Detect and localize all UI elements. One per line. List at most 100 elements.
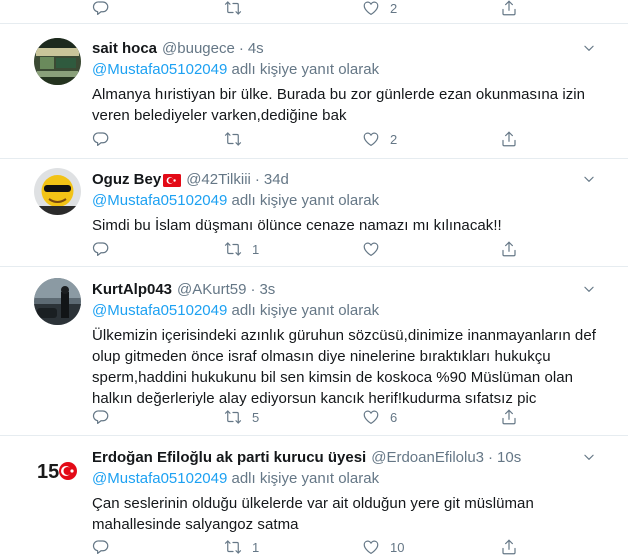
reply-icon <box>92 408 110 426</box>
retweet-button[interactable] <box>224 129 252 149</box>
avatar-image <box>34 168 81 215</box>
chevron-down-icon <box>582 282 596 296</box>
share-button[interactable] <box>500 239 518 259</box>
avatar-image <box>34 38 81 85</box>
share-button[interactable] <box>500 0 518 18</box>
tweet[interactable]: Oguz Bey @42Tilkiii · 34d @Mustafa051020… <box>0 160 628 267</box>
tweet[interactable]: 150 Erdoğan Efiloğlu ak parti kurucu üye… <box>0 437 628 560</box>
reply-icon <box>92 0 110 17</box>
display-name[interactable]: sait hoca <box>92 39 157 59</box>
handle[interactable]: @42Tilkiii <box>186 170 251 190</box>
separator-dot: · <box>488 449 494 466</box>
heart-icon <box>362 538 380 556</box>
like-count: 2 <box>390 131 398 147</box>
more-options-button[interactable] <box>582 450 596 464</box>
retweet-button[interactable] <box>224 0 242 18</box>
heart-icon <box>362 0 380 17</box>
more-options-button[interactable] <box>582 282 596 296</box>
reply-icon <box>92 130 110 148</box>
reply-button[interactable] <box>92 239 110 259</box>
avatar[interactable] <box>34 38 81 85</box>
reply-button[interactable] <box>92 0 110 18</box>
reply-context: @Mustafa05102049 adlı kişiye yanıt olara… <box>92 469 606 489</box>
display-name[interactable]: Oguz Bey <box>92 170 161 190</box>
handle[interactable]: @buugece <box>162 39 235 59</box>
tweet-actions: 2 <box>92 0 532 18</box>
tweet-header: Erdoğan Efiloğlu ak parti kurucu üyesi @… <box>92 448 606 468</box>
tweet-header: Oguz Bey @42Tilkiii · 34d <box>92 170 606 190</box>
mention-link[interactable]: @Mustafa05102049 <box>92 302 227 319</box>
retweet-icon <box>224 538 242 556</box>
timestamp[interactable]: 3s <box>259 280 275 300</box>
tweet-text: Simdi bu İslam düşmanı ölünce cenaze nam… <box>92 217 502 234</box>
previous-tweet-footer: 2 <box>0 0 628 24</box>
share-button[interactable] <box>500 537 518 557</box>
retweet-button[interactable]: 1 <box>224 239 259 259</box>
share-icon <box>500 240 518 258</box>
share-button[interactable] <box>500 129 518 149</box>
tweet[interactable]: sait hoca @buugece · 4s @Mustafa05102049… <box>0 25 628 159</box>
mention-link[interactable]: @Mustafa05102049 <box>92 61 227 78</box>
more-options-button[interactable] <box>582 172 596 186</box>
avatar-image: 150 <box>34 447 81 494</box>
like-button[interactable]: 6 <box>362 407 397 427</box>
tweet-text: Çan seslerinin olduğu ülkelerde var ait … <box>92 495 534 533</box>
retweet-count: 5 <box>252 409 260 425</box>
separator-dot: · <box>238 40 244 57</box>
chevron-down-icon <box>582 450 596 464</box>
avatar[interactable] <box>34 278 81 325</box>
reply-context: @Mustafa05102049 adlı kişiye yanıt olara… <box>92 301 606 321</box>
reply-button[interactable] <box>92 537 110 557</box>
share-icon <box>500 0 518 17</box>
share-icon <box>500 130 518 148</box>
mention-link[interactable]: @Mustafa05102049 <box>92 192 227 209</box>
like-count: 2 <box>390 0 398 16</box>
handle[interactable]: @ErdoanEfilolu3 <box>371 448 484 468</box>
retweet-count: 1 <box>252 539 260 555</box>
tweet-actions: 1 10 <box>92 537 532 557</box>
reply-button[interactable] <box>92 129 110 149</box>
reply-context: @Mustafa05102049 adlı kişiye yanıt olara… <box>92 60 606 80</box>
heart-icon <box>362 240 380 258</box>
tweet-text: Ülkemizin içerisindeki azınlık güruhun s… <box>92 327 596 407</box>
timestamp[interactable]: 4s <box>248 39 264 59</box>
reply-button[interactable] <box>92 407 110 427</box>
reply-context: @Mustafa05102049 adlı kişiye yanıt olara… <box>92 191 606 211</box>
retweet-button[interactable]: 1 <box>224 537 259 557</box>
share-button[interactable] <box>500 407 518 427</box>
like-count: 10 <box>390 539 405 555</box>
tweet-actions: 5 6 <box>92 407 532 427</box>
display-name[interactable]: KurtAlp043 <box>92 280 172 300</box>
share-icon <box>500 538 518 556</box>
timestamp[interactable]: 34d <box>264 170 289 190</box>
tweet-header: KurtAlp043 @AKurt59 · 3s <box>92 280 606 300</box>
retweet-button[interactable]: 5 <box>224 407 259 427</box>
like-button[interactable] <box>362 239 390 259</box>
like-button[interactable]: 2 <box>362 0 397 18</box>
retweet-icon <box>224 130 242 148</box>
like-button[interactable]: 2 <box>362 129 397 149</box>
reply-context-label: adlı kişiye yanıt olarak <box>227 192 380 209</box>
reply-icon <box>92 538 110 556</box>
retweet-count: 1 <box>252 241 260 257</box>
turkey-flag-icon <box>163 173 182 187</box>
tweet-header: sait hoca @buugece · 4s <box>92 39 606 59</box>
like-button[interactable]: 10 <box>362 537 404 557</box>
separator-dot: · <box>250 281 256 298</box>
heart-icon <box>362 408 380 426</box>
reply-icon <box>92 240 110 258</box>
handle[interactable]: @AKurt59 <box>177 280 246 300</box>
tweet-actions: 2 <box>92 129 532 149</box>
more-options-button[interactable] <box>582 41 596 55</box>
avatar[interactable]: 150 <box>34 447 81 494</box>
chevron-down-icon <box>582 172 596 186</box>
mention-link[interactable]: @Mustafa05102049 <box>92 470 227 487</box>
reply-context-label: adlı kişiye yanıt olarak <box>227 61 380 78</box>
tweet[interactable]: KurtAlp043 @AKurt59 · 3s @Mustafa0510204… <box>0 268 628 436</box>
reply-context-label: adlı kişiye yanıt olarak <box>227 302 380 319</box>
display-name[interactable]: Erdoğan Efiloğlu ak parti kurucu üyesi <box>92 448 366 468</box>
timestamp[interactable]: 10s <box>497 448 521 468</box>
like-count: 6 <box>390 409 398 425</box>
avatar-image <box>34 278 81 325</box>
avatar[interactable] <box>34 168 81 215</box>
